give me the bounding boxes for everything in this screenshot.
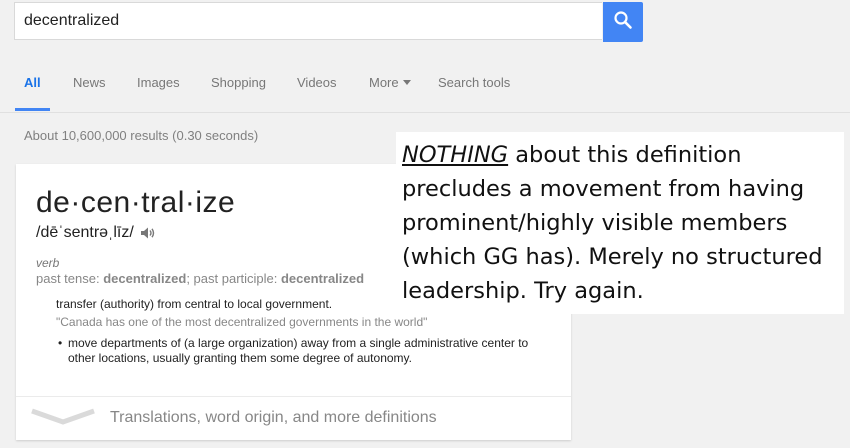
search-box[interactable] bbox=[14, 2, 602, 40]
dictionary-word: de·cen·tral·ize bbox=[36, 186, 236, 219]
subsense: • move departments of (a large organizat… bbox=[58, 336, 558, 366]
search-input[interactable] bbox=[15, 11, 602, 31]
tab-more-label: More bbox=[369, 75, 399, 90]
forms-separator: ; bbox=[186, 271, 194, 286]
search-tabs: All News Images Shopping Videos More Sea… bbox=[0, 58, 850, 113]
phonetic-row: /dēˈsentrəˌlīz/ bbox=[36, 224, 156, 242]
result-stats: About 10,600,000 results (0.30 seconds) bbox=[24, 128, 259, 143]
tab-videos[interactable]: Videos bbox=[297, 75, 337, 90]
search-icon bbox=[613, 10, 633, 35]
annotation-emphasis: NOTHING bbox=[402, 142, 509, 168]
search-button[interactable] bbox=[603, 2, 643, 42]
phonetic: /dēˈsentrəˌlīz/ bbox=[36, 224, 134, 241]
annotation-overlay: NOTHING about this definition precludes … bbox=[396, 132, 844, 314]
verb-forms: past tense: decentralized; past particip… bbox=[36, 271, 364, 286]
subsense-text: move departments of (a large organizatio… bbox=[68, 336, 529, 365]
speaker-icon[interactable] bbox=[140, 226, 156, 240]
subsense-bullet: • bbox=[58, 336, 63, 350]
more-definitions-label: Translations, word origin, and more defi… bbox=[110, 409, 437, 426]
tab-news[interactable]: News bbox=[73, 75, 106, 90]
usage-example: "Canada has one of the most decentralize… bbox=[56, 315, 428, 329]
tab-shopping[interactable]: Shopping bbox=[211, 75, 266, 90]
tab-more[interactable]: More bbox=[369, 75, 411, 90]
top-bar bbox=[0, 0, 850, 58]
part-of-speech: verb bbox=[36, 256, 60, 270]
past-participle-value: decentralized bbox=[280, 271, 365, 286]
tab-all[interactable]: All bbox=[24, 75, 41, 90]
caret-down-icon bbox=[402, 80, 411, 85]
chevron-down-icon bbox=[30, 407, 96, 430]
more-definitions-link[interactable]: Translations, word origin, and more defi… bbox=[16, 396, 571, 441]
definition: transfer (authority) from central to loc… bbox=[56, 297, 333, 311]
tab-images[interactable]: Images bbox=[137, 75, 180, 90]
past-participle-label: past participle: bbox=[193, 271, 281, 286]
tab-search-tools[interactable]: Search tools bbox=[438, 75, 510, 90]
past-tense-value: decentralized bbox=[103, 271, 187, 286]
past-tense-label: past tense: bbox=[36, 271, 104, 286]
active-tab-indicator bbox=[15, 108, 50, 111]
